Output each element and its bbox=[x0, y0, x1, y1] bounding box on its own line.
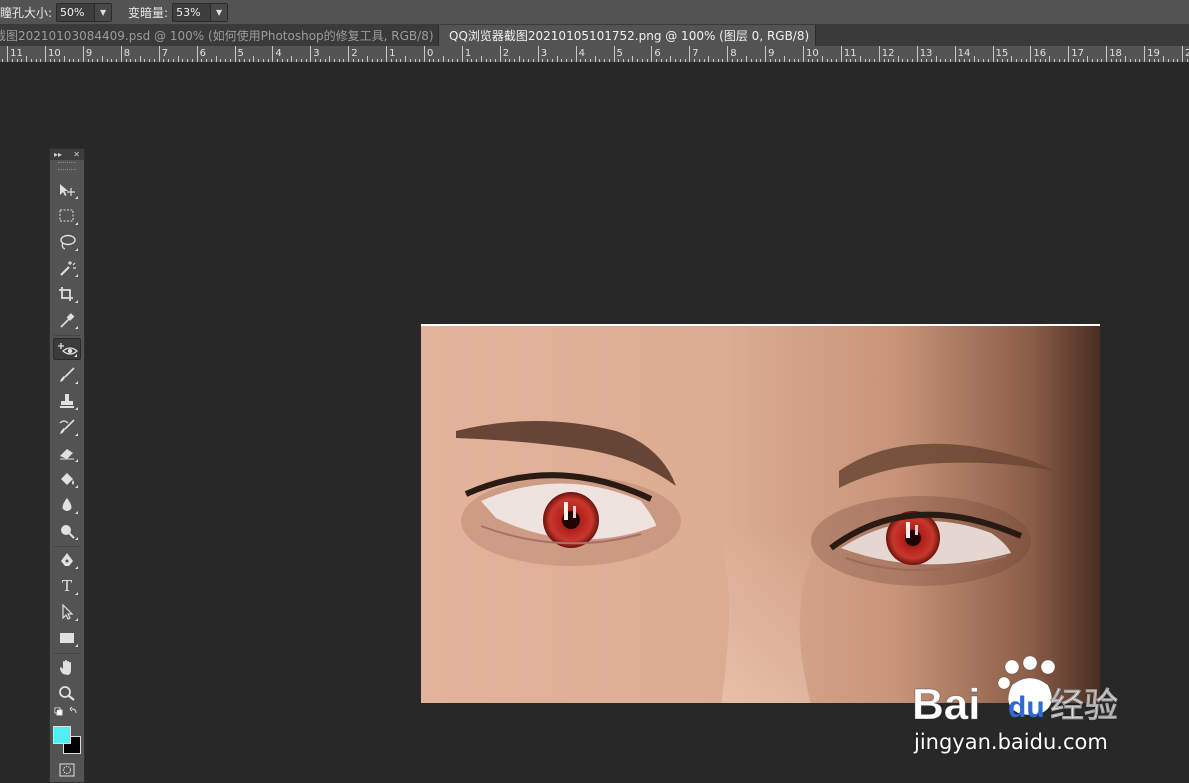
type-tool-icon[interactable]: T bbox=[53, 575, 81, 597]
collapse-icon[interactable]: ▸▸ bbox=[54, 150, 62, 159]
lasso-tool-icon[interactable] bbox=[53, 231, 81, 253]
tools-panel-header[interactable]: ▸▸ ✕ bbox=[50, 149, 84, 160]
ruler-label: 17 bbox=[1071, 48, 1084, 59]
ruler-label: 3 bbox=[313, 48, 319, 59]
eyes-photo bbox=[456, 421, 1054, 703]
ruler-label: 5 bbox=[617, 48, 623, 59]
darken-amount-field[interactable]: 53% ▼ bbox=[172, 2, 229, 22]
ruler-label: 3 bbox=[541, 48, 547, 59]
crop-tool-icon[interactable] bbox=[53, 283, 81, 305]
paint-bucket-icon[interactable] bbox=[53, 468, 81, 490]
brush-tool-icon[interactable] bbox=[53, 364, 81, 386]
ruler-label: 16 bbox=[1033, 48, 1046, 59]
ruler-label: 4 bbox=[579, 48, 585, 59]
options-bar: 瞳孔大小: 50% ▼ 变暗量: 53% ▼ bbox=[0, 0, 1189, 25]
pupil-size-label: 瞳孔大小: bbox=[0, 5, 53, 20]
zoom-tool-icon[interactable] bbox=[53, 682, 81, 704]
ruler-label: 12 bbox=[882, 48, 895, 59]
ruler-label: 18 bbox=[1109, 48, 1122, 59]
ruler-label: 5 bbox=[238, 48, 244, 59]
pupil-size-value[interactable]: 50% bbox=[57, 6, 94, 19]
document-tab-bar: 截图20210103084409.psd @ 100% (如何使用Photosh… bbox=[0, 25, 1189, 46]
ruler-label: 8 bbox=[124, 48, 130, 59]
document-tab-psd[interactable]: 截图20210103084409.psd @ 100% (如何使用Photosh… bbox=[0, 25, 439, 46]
ruler-ticks: 11 10 9 8 7 6 5 4 3 2 1 0 1 2 3 4 5 6 7 8 9 10 11 12 13 14 15 16 17 1… bbox=[2, 46, 1189, 62]
brand-text-jingyan: 经验 bbox=[1050, 686, 1118, 726]
watermark-url: jingyan.baidu.com bbox=[914, 730, 1108, 754]
ruler-label: 10 bbox=[48, 48, 61, 59]
rectangle-tool-icon[interactable] bbox=[53, 627, 81, 649]
magic-wand-icon[interactable] bbox=[53, 257, 81, 279]
history-brush-icon[interactable] bbox=[53, 416, 81, 438]
ruler-label: 6 bbox=[200, 48, 206, 59]
pupil-size-field[interactable]: 50% ▼ bbox=[56, 2, 113, 22]
ruler-label: 13 bbox=[920, 48, 933, 59]
darken-amount-label: 变暗量: bbox=[128, 5, 169, 20]
ruler-label: 6 bbox=[654, 48, 660, 59]
ruler-label: 1 bbox=[389, 48, 395, 59]
ruler-label: 1 bbox=[465, 48, 471, 59]
tools-panel: ▸▸ ✕ T bbox=[49, 148, 85, 783]
chevron-down-icon[interactable]: ▼ bbox=[94, 3, 112, 21]
ruler-label: 11 bbox=[10, 48, 23, 59]
ruler-label: 7 bbox=[692, 48, 698, 59]
darken-amount-value[interactable]: 53% bbox=[173, 6, 210, 19]
ruler-label: 7 bbox=[162, 48, 168, 59]
document-canvas[interactable] bbox=[421, 324, 1100, 703]
ruler-label: 14 bbox=[958, 48, 971, 59]
tab-label: QQ浏览器截图20210105101752.png @ 100% (图层 0, … bbox=[449, 29, 810, 43]
ruler-label: 2 bbox=[503, 48, 509, 59]
ruler-label: 19 bbox=[1147, 48, 1160, 59]
ruler-label: 10 bbox=[806, 48, 819, 59]
type-tool-glyph: T bbox=[61, 577, 72, 595]
color-reset-icon[interactable] bbox=[53, 705, 81, 719]
marquee-tool-icon[interactable] bbox=[53, 205, 81, 227]
brand-text-bai: Bai bbox=[912, 680, 980, 729]
close-icon[interactable]: ✕ bbox=[73, 150, 80, 159]
horizontal-ruler[interactable]: 11 10 9 8 7 6 5 4 3 2 1 0 1 2 3 4 5 6 7 8 9 10 11 12 13 14 15 16 17 1… bbox=[0, 46, 1189, 63]
hand-tool-icon[interactable] bbox=[53, 656, 81, 678]
panel-grip[interactable] bbox=[58, 162, 76, 170]
tab-label: 截图20210103084409.psd @ 100% (如何使用Photosh… bbox=[0, 29, 439, 43]
quick-mask-icon[interactable] bbox=[53, 759, 81, 781]
ruler-label: 15 bbox=[996, 48, 1009, 59]
move-tool-icon[interactable] bbox=[53, 179, 81, 201]
dodge-tool-icon[interactable] bbox=[53, 520, 81, 542]
ruler-label: 8 bbox=[730, 48, 736, 59]
eraser-icon[interactable] bbox=[53, 442, 81, 464]
ruler-label: 0 bbox=[427, 48, 433, 59]
document-tab-png[interactable]: QQ浏览器截图20210105101752.png @ 100% (图层 0, … bbox=[439, 25, 816, 46]
ruler-label: 4 bbox=[275, 48, 281, 59]
clone-stamp-icon[interactable] bbox=[53, 390, 81, 412]
chevron-down-icon[interactable]: ▼ bbox=[210, 3, 228, 21]
pen-tool-icon[interactable] bbox=[53, 549, 81, 571]
ruler-label: 9 bbox=[768, 48, 774, 59]
red-eye-tool-icon[interactable] bbox=[53, 338, 81, 360]
ruler-label: 2 bbox=[351, 48, 357, 59]
blur-tool-icon[interactable] bbox=[53, 494, 81, 516]
ruler-label: 20 bbox=[1185, 48, 1189, 59]
ruler-label: 11 bbox=[844, 48, 857, 59]
path-selection-icon[interactable] bbox=[53, 601, 81, 623]
brand-text-du: du bbox=[1008, 691, 1045, 724]
foreground-color-swatch[interactable] bbox=[53, 726, 71, 744]
eyedropper-icon[interactable] bbox=[53, 309, 81, 331]
ruler-label: 9 bbox=[86, 48, 92, 59]
